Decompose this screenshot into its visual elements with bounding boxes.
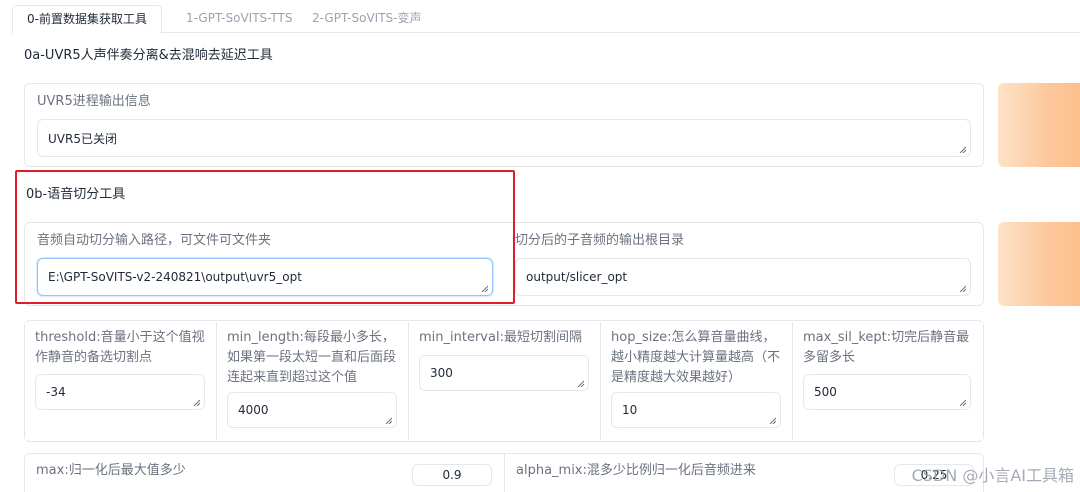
param-min-length: min_length:每段最小多长，如果第一段太短一直和后面段连起来直到超过这个… (217, 322, 407, 440)
highlight-annotation (15, 170, 515, 304)
resize-handle-icon[interactable] (385, 417, 392, 424)
tab-voice-changer[interactable]: 2-GPT-SoVITS-变声 (298, 5, 435, 33)
uvr5-section-title: 0a-UVR5人声伴奏分离&去混响去延迟工具 (24, 48, 273, 63)
watermark-text: CSDN @小言AI工具箱 (911, 466, 1074, 485)
resize-handle-icon[interactable] (577, 380, 584, 387)
param-min-length-value: 4000 (238, 403, 269, 417)
uvr5-info-label: UVR5进程输出信息 (37, 94, 151, 109)
uvr5-info-output[interactable]: UVR5已关闭 (37, 119, 971, 157)
param-hop-size-input[interactable]: 10 (611, 392, 781, 428)
param-min-interval-value: 300 (430, 366, 453, 380)
resize-handle-icon[interactable] (769, 417, 776, 424)
param-max-sil-kept-value: 500 (814, 385, 837, 399)
resize-handle-icon[interactable] (959, 146, 966, 153)
param-min-length-input[interactable]: 4000 (227, 392, 397, 428)
param-threshold-input[interactable]: -34 (35, 374, 205, 410)
tab-tts[interactable]: 1-GPT-SoVITS-TTS (172, 5, 306, 33)
param-min-interval-input[interactable]: 300 (419, 355, 589, 391)
slicer-output-value: output/slicer_opt (526, 270, 628, 284)
max-value-input[interactable]: 0.9 (412, 464, 492, 486)
param-min-interval-label: min_interval:最短切割间隔 (419, 330, 582, 345)
param-divider (504, 453, 505, 492)
param-min-length-label: min_length:每段最小多长，如果第一段太短一直和后面段连起来直到超过这个… (227, 330, 397, 385)
max-label: max:归一化后最大值多少 (36, 463, 186, 478)
param-threshold-value: -34 (46, 385, 66, 399)
slicer-output-path-field[interactable]: output/slicer_opt (515, 258, 971, 296)
param-hop-size: hop_size:怎么算音量曲线，越小精度越大计算量越高（不是精度越大效果越好）… (601, 322, 791, 440)
resize-handle-icon[interactable] (959, 285, 966, 292)
param-max-sil-kept: max_sil_kept:切完后静音最多留多长 500 (793, 322, 983, 440)
slicer-output-label: 切分后的子音频的输出根目录 (515, 233, 685, 248)
resize-handle-icon[interactable] (959, 399, 966, 406)
uvr5-info-card: UVR5进程输出信息 UVR5已关闭 (24, 83, 984, 167)
resize-handle-icon[interactable] (193, 399, 200, 406)
param-max-sil-kept-label: max_sil_kept:切完后静音最多留多长 (803, 330, 970, 365)
uvr5-open-button[interactable] (998, 83, 1080, 167)
param-max-sil-kept-input[interactable]: 500 (803, 374, 971, 410)
tab-bar: 0-前置数据集获取工具 1-GPT-SoVITS-TTS 2-GPT-SoVIT… (12, 5, 1080, 34)
slicer-start-button[interactable] (998, 222, 1080, 306)
tab-preprocess-tools[interactable]: 0-前置数据集获取工具 (12, 5, 162, 34)
alpha-mix-label: alpha_mix:混多少比例归一化后音频进来 (516, 463, 756, 478)
uvr5-info-value: UVR5已关闭 (48, 131, 117, 146)
param-hop-size-value: 10 (622, 403, 638, 417)
param-min-interval: min_interval:最短切割间隔 300 (409, 322, 599, 440)
param-threshold: threshold:音量小于这个值视作静音的备选切割点 -34 (25, 322, 215, 440)
param-hop-size-label: hop_size:怎么算音量曲线，越小精度越大计算量越高（不是精度越大效果越好） (611, 330, 781, 385)
param-threshold-label: threshold:音量小于这个值视作静音的备选切割点 (35, 330, 205, 365)
